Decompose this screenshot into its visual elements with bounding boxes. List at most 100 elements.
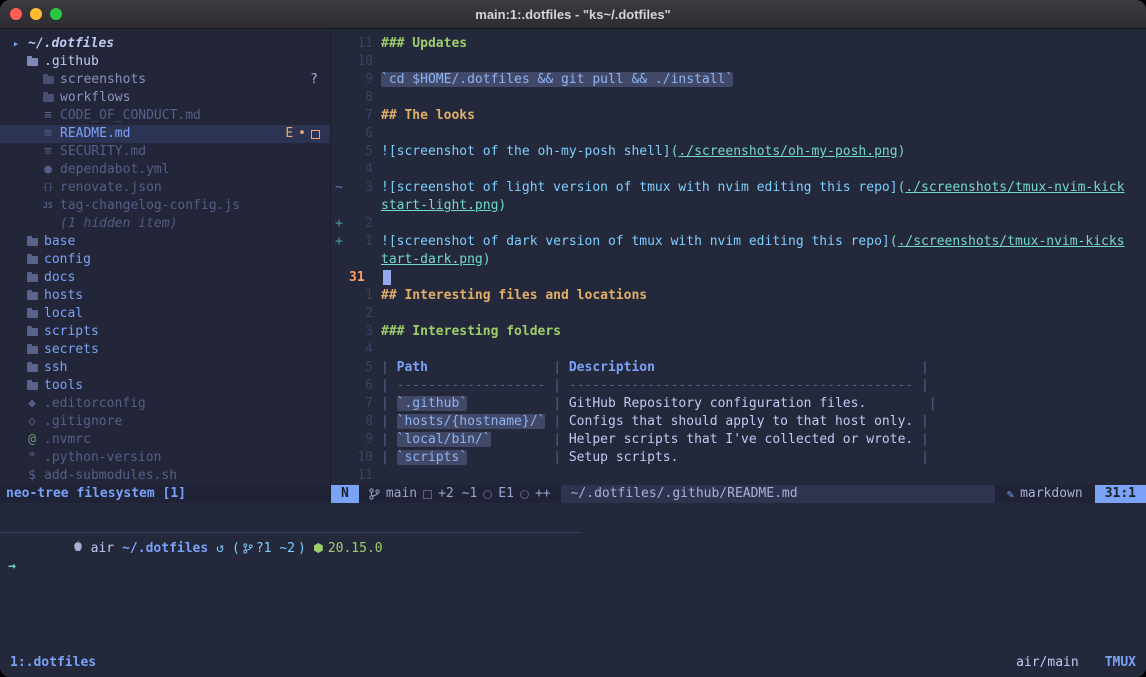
- tree-item-dir-docs[interactable]: docs: [0, 269, 330, 287]
- editor-line[interactable]: 8| `hosts/{hostname}/` | Configs that sh…: [331, 413, 1146, 431]
- line-number: 11: [347, 35, 373, 53]
- tree-item-dir-screenshots[interactable]: screenshots?: [0, 71, 330, 89]
- tree-item-file-nvmrc[interactable]: @.nvmrc: [0, 431, 330, 449]
- untracked-badge: ?: [310, 71, 318, 89]
- nvim-pane: ▸~/.dotfiles.githubscreenshots?workflows…: [0, 29, 1146, 503]
- editor-line[interactable]: 11### Updates: [331, 35, 1146, 53]
- editor-line[interactable]: +1![screenshot of dark version of tmux w…: [331, 233, 1146, 251]
- tree-item-dir-github[interactable]: .github: [0, 53, 330, 71]
- tree-item-dir-hosts[interactable]: hosts: [0, 287, 330, 305]
- tree-item-dir-scripts[interactable]: scripts: [0, 323, 330, 341]
- editor-line[interactable]: 9| `local/bin/` | Helper scripts that I'…: [331, 431, 1146, 449]
- tree-item-label: dependabot.yml: [60, 161, 170, 179]
- tree-item-file-readme[interactable]: ≡README.mdE•: [0, 125, 330, 143]
- line-content: | ------------------- | ----------------…: [373, 377, 929, 395]
- editor-line[interactable]: +2: [331, 215, 1146, 233]
- tree-item-dir-ssh[interactable]: ssh: [0, 359, 330, 377]
- editor-line[interactable]: ~3![screenshot of light version of tmux …: [331, 179, 1146, 197]
- tree-item-file-add-submodules[interactable]: $add-submodules.sh: [0, 467, 330, 485]
- tree-item-file-gitignore[interactable]: ◇.gitignore: [0, 413, 330, 431]
- table-border: |: [467, 450, 569, 465]
- code-span: `cd $HOME/.dotfiles && git pull && ./ins…: [381, 72, 733, 87]
- tree-item-dir-secrets[interactable]: secrets: [0, 341, 330, 359]
- editor-line[interactable]: 4: [331, 161, 1146, 179]
- editor-line[interactable]: 31: [331, 269, 1146, 287]
- status-marker: E: [285, 125, 293, 143]
- sign-column: [331, 161, 347, 179]
- minimize-window-button[interactable]: [30, 8, 42, 20]
- editor-line[interactable]: 2: [331, 305, 1146, 323]
- traffic-lights: [10, 0, 62, 28]
- shell-pane[interactable]: air ~/.dotfiles ↺ (?1 ~2) 20.15.0 →: [0, 503, 1146, 652]
- editor-line[interactable]: 9`cd $HOME/.dotfiles && git pull && ./in…: [331, 71, 1146, 89]
- prompt-arrow: →: [8, 559, 16, 574]
- tree-item-label: scripts: [44, 323, 99, 341]
- titlebar: main:1:.dotfiles - "ks~/.dotfiles": [0, 0, 1146, 29]
- tree-item-label: tools: [44, 377, 83, 395]
- editor-window[interactable]: 11### Updates109`cd $HOME/.dotfiles && g…: [331, 29, 1146, 503]
- tree-item-file-renovate[interactable]: {}renovate.json: [0, 179, 330, 197]
- line-content: ## Interesting files and locations: [373, 287, 647, 305]
- tree-item-file-security[interactable]: ≡SECURITY.md: [0, 143, 330, 161]
- image-alt-text: ![screenshot of light version of tmux wi…: [381, 180, 898, 195]
- editor-line[interactable]: 3### Interesting folders: [331, 323, 1146, 341]
- editor-line[interactable]: 6| ------------------- | ---------------…: [331, 377, 1146, 395]
- editor-line[interactable]: 5| Path | Description |: [331, 359, 1146, 377]
- diff-icon: [423, 490, 432, 499]
- zoom-window-button[interactable]: [50, 8, 62, 20]
- line-content: ### Interesting folders: [373, 323, 561, 341]
- git-sign: +: [331, 233, 347, 251]
- tree-item-file-dependabot[interactable]: ●dependabot.yml: [0, 161, 330, 179]
- editor-line[interactable]: tart-dark.png): [331, 251, 1146, 269]
- folder-icon: [24, 274, 40, 282]
- tmux-window-name[interactable]: 1:.dotfiles: [10, 655, 96, 670]
- git-branch-icon: [369, 488, 380, 500]
- tree-item-file-python-version[interactable]: *.python-version: [0, 449, 330, 467]
- editor-line[interactable]: 8: [331, 89, 1146, 107]
- line-number: 4: [347, 341, 373, 359]
- link-paren: ): [483, 252, 491, 267]
- tree-item-dir-workflows[interactable]: workflows: [0, 89, 330, 107]
- editor-line[interactable]: 10: [331, 53, 1146, 71]
- editor-line[interactable]: 5![screenshot of the oh-my-posh shell](.…: [331, 143, 1146, 161]
- table-border: |: [467, 396, 569, 411]
- table-border: |: [381, 360, 397, 375]
- editor-line[interactable]: 11: [331, 467, 1146, 485]
- sign-column: [331, 269, 347, 287]
- tree-item-root-dotfiles[interactable]: ▸~/.dotfiles: [0, 35, 330, 53]
- editor-line[interactable]: 7## The looks: [331, 107, 1146, 125]
- close-window-button[interactable]: [10, 8, 22, 20]
- link-url: start-light.png: [381, 198, 498, 213]
- tree-item-hidden-note[interactable]: (1 hidden item): [0, 215, 330, 233]
- table-separator: | ------------------- | ----------------…: [381, 378, 929, 393]
- editor-line[interactable]: 1## Interesting files and locations: [331, 287, 1146, 305]
- tree-item-dir-tools[interactable]: tools: [0, 377, 330, 395]
- tree-item-dir-config[interactable]: config: [0, 251, 330, 269]
- editor-line[interactable]: 7| `.github` | GitHub Repository configu…: [331, 395, 1146, 413]
- link-paren: (: [890, 234, 898, 249]
- line-content: ![screenshot of dark version of tmux wit…: [373, 233, 1125, 251]
- editor-line[interactable]: 4: [331, 341, 1146, 359]
- folder-icon: [24, 256, 40, 264]
- tree-item-dir-base[interactable]: base: [0, 233, 330, 251]
- table-border: |: [913, 432, 929, 447]
- tree-item-file-editorconfig[interactable]: ◆.editorconfig: [0, 395, 330, 413]
- folder-glyph: [27, 346, 38, 354]
- tree-item-file-code-of-conduct[interactable]: ≡CODE_OF_CONDUCT.md: [0, 107, 330, 125]
- editor-line[interactable]: 10| `scripts` | Setup scripts. |: [331, 449, 1146, 467]
- code-span: `local/bin/`: [397, 432, 491, 447]
- tree-item-label: screenshots: [60, 71, 146, 89]
- tree-item-label: local: [44, 305, 83, 323]
- node-icon: @: [24, 431, 40, 449]
- tmux-bar-right: air/main TMUX: [1016, 655, 1136, 670]
- tree-item-label: hosts: [44, 287, 83, 305]
- code-span: `scripts`: [397, 450, 467, 465]
- tmux-status-bar: 1:.dotfiles air/main TMUX: [0, 647, 1146, 677]
- folder-glyph: [27, 328, 38, 336]
- line-number: 6: [347, 125, 373, 143]
- diagnostics-count: E1: [498, 485, 514, 503]
- editor-line[interactable]: 6: [331, 125, 1146, 143]
- tree-item-file-tag-changelog[interactable]: JStag-changelog-config.js: [0, 197, 330, 215]
- editor-line[interactable]: start-light.png): [331, 197, 1146, 215]
- tree-item-dir-local[interactable]: local: [0, 305, 330, 323]
